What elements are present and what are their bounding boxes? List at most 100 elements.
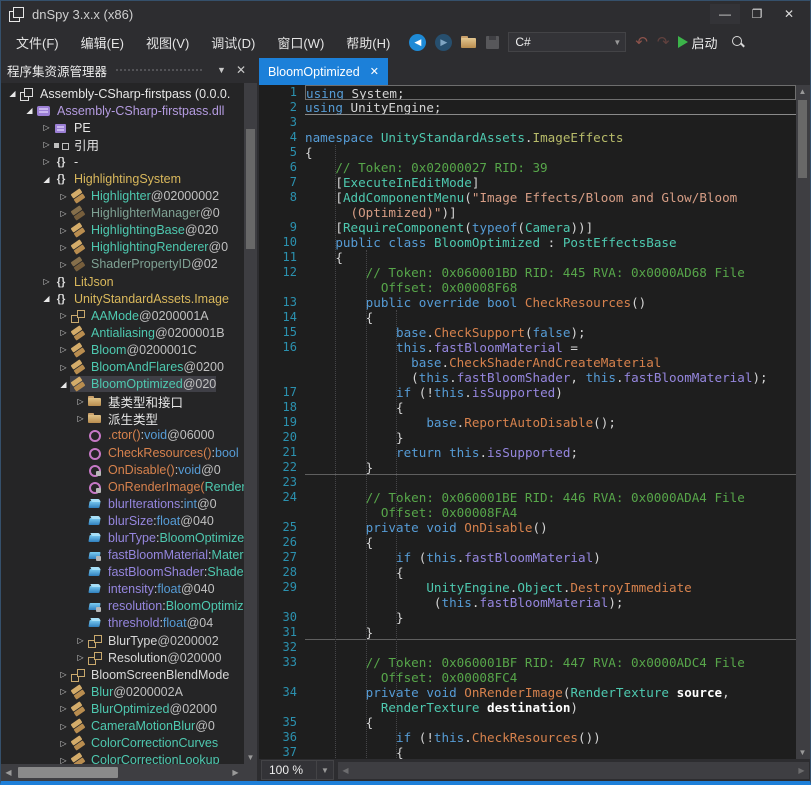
tree-hscroll-left-icon[interactable]: ◀	[1, 764, 16, 781]
save-icon[interactable]	[486, 36, 499, 49]
tree-item[interactable]: ▷BlurType @0200002	[1, 632, 244, 649]
tree-item[interactable]: ▷HighlightingRenderer @0	[1, 239, 244, 256]
collapsed-arrow-icon[interactable]: ▷	[57, 328, 70, 337]
tab-close-icon[interactable]: ✕	[370, 65, 379, 78]
tree-item[interactable]: ▷Blur @0200002A	[1, 683, 244, 700]
tree-item[interactable]: ▷派生类型	[1, 410, 244, 427]
collapsed-arrow-icon[interactable]: ▷	[40, 157, 53, 166]
collapsed-arrow-icon[interactable]: ▷	[57, 670, 70, 679]
tree-item[interactable]: intensity : float @040	[1, 581, 244, 598]
panel-close-icon[interactable]: ✕	[231, 63, 251, 77]
expanded-arrow-icon[interactable]: ◢	[40, 175, 53, 184]
undo-icon[interactable]: ↶	[635, 33, 648, 51]
tree-item[interactable]: ▷ColorCorrectionLookup	[1, 752, 244, 764]
collapsed-arrow-icon[interactable]: ▷	[74, 653, 87, 662]
panel-grip[interactable]	[115, 68, 204, 73]
tree-item[interactable]: ▷基类型和接口	[1, 393, 244, 410]
menu-item[interactable]: 编辑(E)	[70, 32, 135, 55]
collapsed-arrow-icon[interactable]: ▷	[74, 636, 87, 645]
expanded-arrow-icon[interactable]: ◢	[6, 89, 19, 98]
maximize-button[interactable]: ❐	[742, 4, 772, 24]
minimize-button[interactable]: —	[710, 4, 740, 24]
start-button[interactable]: 启动	[678, 33, 717, 52]
menu-item[interactable]: 帮助(H)	[335, 32, 401, 55]
tree-item[interactable]: ▷BloomAndFlares @0200	[1, 359, 244, 376]
collapsed-arrow-icon[interactable]: ▷	[57, 756, 70, 764]
tree-item[interactable]: blurType : BloomOptimized	[1, 529, 244, 546]
collapsed-arrow-icon[interactable]: ▷	[74, 414, 87, 423]
tree-item[interactable]: ◢{}HighlightingSystem	[1, 170, 244, 187]
collapsed-arrow-icon[interactable]: ▷	[40, 277, 53, 286]
menu-item[interactable]: 调试(D)	[200, 32, 266, 55]
collapsed-arrow-icon[interactable]: ▷	[57, 209, 70, 218]
tree-item[interactable]: fastBloomShader : Shader	[1, 564, 244, 581]
menu-item[interactable]: 文件(F)	[5, 32, 70, 55]
expanded-arrow-icon[interactable]: ◢	[40, 294, 53, 303]
collapsed-arrow-icon[interactable]: ▷	[57, 260, 70, 269]
code-vscroll-thumb[interactable]	[798, 100, 807, 178]
tree-item[interactable]: ◢BloomOptimized @020	[1, 376, 244, 393]
tree-item[interactable]: ▷ColorCorrectionCurves	[1, 735, 244, 752]
tree-item[interactable]: ▷CameraMotionBlur @0	[1, 717, 244, 734]
collapsed-arrow-icon[interactable]: ▷	[57, 722, 70, 731]
code-vscroll-up-icon[interactable]: ▲	[796, 85, 809, 98]
tree-item[interactable]: ▷HighlighterManager @0	[1, 205, 244, 222]
assembly-tree[interactable]: ◢Assembly-CSharp-firstpass (0.0.0.◢Assem…	[1, 83, 244, 764]
tree-item[interactable]: OnRenderImage(RenderTexture	[1, 478, 244, 495]
tree-horizontal-scrollbar[interactable]: ◀ ▶	[1, 764, 257, 781]
collapsed-arrow-icon[interactable]: ▷	[57, 192, 70, 201]
code-view[interactable]: 1using System;2using UnityEngine;34names…	[259, 85, 796, 759]
code-hscroll-left-icon[interactable]: ◀	[338, 762, 353, 779]
collapsed-arrow-icon[interactable]: ▷	[40, 140, 53, 149]
panel-dropdown-icon[interactable]: ▼	[212, 65, 231, 75]
code-hscroll-right-icon[interactable]: ▶	[794, 762, 809, 779]
tree-item[interactable]: .ctor() : void @06000	[1, 427, 244, 444]
close-button[interactable]: ✕	[774, 4, 804, 24]
tree-vertical-scrollbar[interactable]: ▼	[244, 83, 257, 764]
navigate-back-icon[interactable]: ◀	[409, 34, 426, 51]
tree-hscroll-thumb[interactable]	[18, 767, 118, 778]
collapsed-arrow-icon[interactable]: ▷	[57, 704, 70, 713]
search-icon[interactable]	[731, 35, 745, 49]
tree-item[interactable]: ▷Antialiasing @0200001B	[1, 324, 244, 341]
tree-item[interactable]: ▷{}-	[1, 153, 244, 170]
collapsed-arrow-icon[interactable]: ▷	[57, 687, 70, 696]
tree-item[interactable]: ▷Resolution @020000	[1, 649, 244, 666]
tree-item[interactable]: blurSize : float @040	[1, 512, 244, 529]
language-combobox[interactable]: C# ▼	[508, 32, 626, 52]
tree-item[interactable]: resolution : BloomOptimized	[1, 598, 244, 615]
tree-item[interactable]: ▷ShaderPropertyID @02	[1, 256, 244, 273]
tree-item[interactable]: ◢Assembly-CSharp-firstpass (0.0.0.	[1, 85, 244, 102]
tree-item[interactable]: blurIterations : int @0	[1, 495, 244, 512]
tree-item[interactable]: ◢{}UnityStandardAssets.Image	[1, 290, 244, 307]
tree-item[interactable]: ▷HighlightingBase @020	[1, 222, 244, 239]
tree-item[interactable]: ▷引用	[1, 136, 244, 153]
collapsed-arrow-icon[interactable]: ▷	[57, 363, 70, 372]
redo-icon[interactable]: ↷	[657, 33, 670, 51]
tree-item[interactable]: ▷AAMode @0200001A	[1, 307, 244, 324]
tree-vscroll-thumb[interactable]	[246, 129, 255, 249]
tree-hscroll-right-icon[interactable]: ▶	[228, 764, 243, 781]
tree-item[interactable]: ▷BlurOptimized @02000	[1, 700, 244, 717]
collapsed-arrow-icon[interactable]: ▷	[40, 123, 53, 132]
tree-item[interactable]: ▷PE	[1, 119, 244, 136]
menu-item[interactable]: 窗口(W)	[266, 32, 335, 55]
tree-item[interactable]: ▷BloomScreenBlendMode	[1, 666, 244, 683]
code-vertical-scrollbar[interactable]: ▲ ▼	[796, 85, 810, 759]
tree-vscroll-down-icon[interactable]: ▼	[244, 751, 257, 764]
menu-item[interactable]: 视图(V)	[135, 32, 200, 55]
code-vscroll-down-icon[interactable]: ▼	[796, 746, 809, 759]
zoom-level[interactable]: 100 %	[261, 760, 317, 780]
tree-item[interactable]: ▷{}LitJson	[1, 273, 244, 290]
zoom-dropdown-icon[interactable]: ▼	[317, 760, 334, 780]
code-horizontal-scrollbar[interactable]: ◀ ▶	[338, 762, 809, 779]
navigate-forward-icon[interactable]: ▶	[435, 34, 452, 51]
expanded-arrow-icon[interactable]: ◢	[57, 380, 70, 389]
collapsed-arrow-icon[interactable]: ▷	[57, 345, 70, 354]
tree-item[interactable]: fastBloomMaterial : Material	[1, 547, 244, 564]
collapsed-arrow-icon[interactable]: ▷	[57, 226, 70, 235]
tab-bloomoptimized[interactable]: BloomOptimized ✕	[259, 58, 388, 85]
tree-item[interactable]: ▷Bloom @0200001C	[1, 341, 244, 358]
collapsed-arrow-icon[interactable]: ▷	[57, 243, 70, 252]
tree-item[interactable]: CheckResources() : bool	[1, 444, 244, 461]
